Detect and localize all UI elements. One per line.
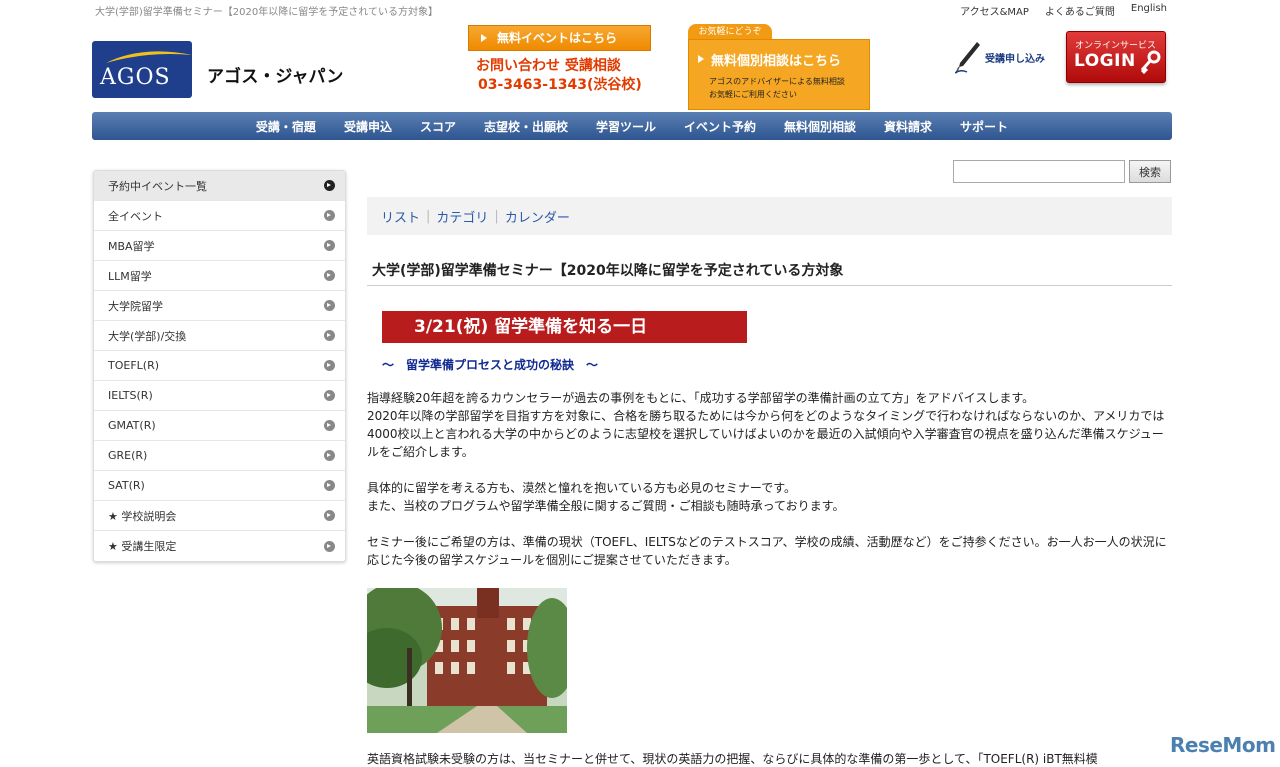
nav-tools[interactable]: 学習ツール [596,118,656,135]
event-title: 大学(学部)留学準備セミナー【2020年以降に留学を予定されている方対象 [372,263,844,279]
tab-list[interactable]: リスト [381,207,420,226]
english-link[interactable]: English [1131,3,1167,18]
apply-label: 受講申し込み [985,53,1045,65]
top-links: アクセス&MAP よくあるご質問 English [960,3,1167,18]
campus-photo [367,588,567,733]
sidebar-item-ielts[interactable]: IELTS(R) [94,381,345,411]
sidebar-item-label: GRE(R) [108,449,148,462]
chevron-right-icon [324,180,335,191]
search-input[interactable] [953,160,1125,183]
resemom-watermark: ReseMom [1170,733,1276,757]
login-label: LOGIN [1074,51,1136,71]
sidebar-item-mba[interactable]: MBA留学 [94,231,345,261]
description-paragraph-3: セミナー後にご希望の方は、準備の現状（TOEFL、IELTSなどのテストスコア、… [367,535,1167,567]
tab-separator: | [426,208,431,224]
apply-link[interactable]: 受講申し込み [955,40,1045,74]
consult-subtext-1: アゴスのアドバイザーによる無料相談 [709,77,845,86]
chevron-right-icon [324,270,335,281]
chevron-right-icon [324,480,335,491]
sidebar-item-label: SAT(R) [108,479,145,492]
sidebar-item-gmat[interactable]: GMAT(R) [94,411,345,441]
brand-name: アゴス・ジャパン [207,67,344,87]
event-date-banner: 3/21(祝) 留学準備を知る一日 [382,311,747,343]
nav-support[interactable]: サポート [960,118,1008,135]
key-icon [1140,50,1161,74]
sidebar-item-label: LLM留学 [108,269,152,283]
chevron-right-icon [324,390,335,401]
sidebar-item-reserved[interactable]: 予約中イベント一覧 [94,171,345,201]
sidebar-item-graduate[interactable]: 大学院留学 [94,291,345,321]
consult-subtext-2: お気軽にご利用ください [709,90,797,99]
chevron-right-icon [324,360,335,371]
sidebar-item-label: 大学院留学 [108,299,163,313]
free-event-label: 無料イベントはこちら [497,31,618,45]
nav-schools[interactable]: 志望校・出願校 [484,118,568,135]
event-category-sidebar: 予約中イベント一覧 全イベント MBA留学 LLM留学 大学院留学 大学(学部)… [93,170,346,562]
sidebar-item-label: IELTS(R) [108,389,153,402]
description-paragraph-2: 具体的に留学を考える方も、漠然と憧れを抱いている方も必見のセミナーです。 また、… [367,481,845,513]
sidebar-item-school-info[interactable]: ★ 学校説明会 [94,501,345,531]
agos-logo[interactable]: AGOS [92,41,192,98]
sidebar-item-label: MBA留学 [108,239,155,253]
nav-event-booking[interactable]: イベント予約 [684,118,756,135]
chevron-right-icon [324,420,335,431]
chevron-right-icon [324,330,335,341]
chevron-right-icon [324,300,335,311]
arrow-right-icon [481,34,487,42]
sidebar-item-gre[interactable]: GRE(R) [94,441,345,471]
free-consult-button[interactable]: 無料個別相談はこちら アゴスのアドバイザーによる無料相談 お気軽にご利用ください [688,39,870,110]
sidebar-item-undergrad[interactable]: 大学(学部)/交換 [94,321,345,351]
free-event-button[interactable]: 無料イベントはこちら [468,25,651,51]
arrow-right-icon [698,55,704,63]
online-login-button[interactable]: オンラインサービス LOGIN [1066,31,1166,83]
view-tabs: リスト | カテゴリ | カレンダー [367,197,1172,235]
title-divider [367,285,1172,286]
sidebar-item-label: TOEFL(R) [108,359,160,372]
sidebar-item-all[interactable]: 全イベント [94,201,345,231]
pen-icon [955,42,980,74]
description-paragraph-4: 英語資格試験未受験の方は、当セミナーと併せて、現状の英語力の把握、ならびに具体的… [367,752,1098,766]
sidebar-item-label: ★ 学校説明会 [108,509,177,523]
nav-materials[interactable]: 資料請求 [884,118,932,135]
nav-enroll[interactable]: 受講申込 [344,118,392,135]
chevron-right-icon [324,210,335,221]
nav-score[interactable]: スコア [420,118,456,135]
faq-link[interactable]: よくあるご質問 [1045,3,1115,18]
sidebar-item-toefl[interactable]: TOEFL(R) [94,351,345,381]
event-subheading: ～ 留学準備プロセスと成功の秘訣 ～ [382,358,599,372]
chevron-right-icon [324,450,335,461]
sidebar-item-label: ★ 受講生限定 [108,540,177,553]
sidebar-item-label: 全イベント [108,209,163,223]
sidebar-item-students-only[interactable]: ★ 受講生限定 [94,531,345,561]
tab-calendar[interactable]: カレンダー [505,207,570,226]
contact-label: お問い合わせ 受講相談 [476,58,621,74]
top-page-title: 大学(学部)留学準備セミナー【2020年以降に留学を予定されている方対象】 [95,7,438,18]
search-button[interactable]: 検索 [1129,160,1171,183]
tab-category[interactable]: カテゴリ [436,207,488,226]
logo-text: AGOS [100,65,171,90]
nav-lessons[interactable]: 受講・宿題 [256,118,316,135]
chevron-right-icon [324,540,335,552]
chevron-right-icon [324,510,335,521]
tab-separator: | [494,208,499,224]
sidebar-item-label: GMAT(R) [108,419,156,432]
sidebar-item-label: 大学(学部)/交換 [108,329,187,343]
description-paragraph-1: 指導経験20年超を誇るカウンセラーが過去の事例をもとに、「成功する学部留学の準備… [367,391,1165,459]
contact-phone[interactable]: 03-3463-1343(渋谷校) [478,74,642,94]
sidebar-item-label: 予約中イベント一覧 [108,179,207,193]
main-nav: 受講・宿題 受講申込 スコア 志望校・出願校 学習ツール イベント予約 無料個別… [92,112,1172,140]
chevron-right-icon [324,240,335,251]
sidebar-item-sat[interactable]: SAT(R) [94,471,345,501]
nav-free-consult[interactable]: 無料個別相談 [784,118,856,135]
sidebar-item-llm[interactable]: LLM留学 [94,261,345,291]
free-consult-title: 無料個別相談はこちら [711,54,842,69]
access-map-link[interactable]: アクセス&MAP [960,3,1029,18]
